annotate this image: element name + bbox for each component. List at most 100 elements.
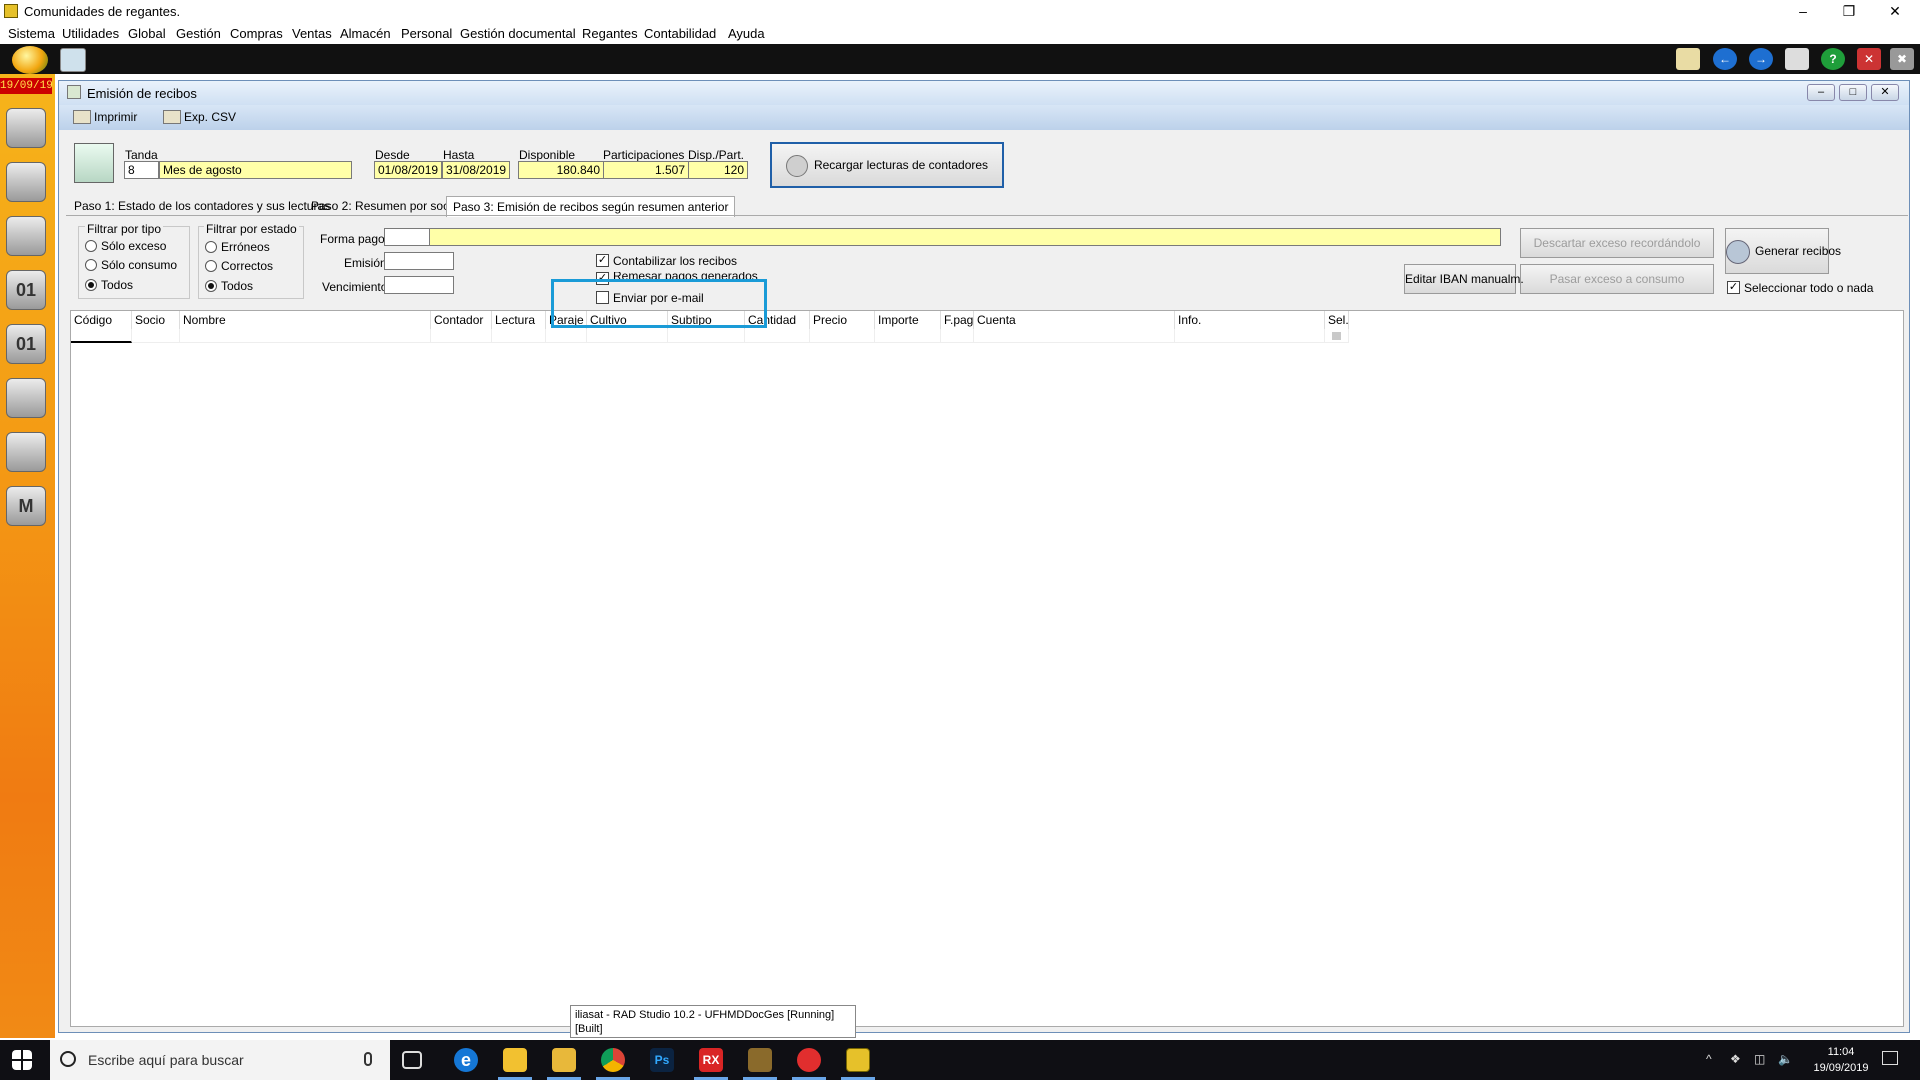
sidebar-person-icon[interactable] xyxy=(6,216,46,256)
network-icon[interactable]: ◫ xyxy=(1754,1052,1765,1066)
tab-paso-2[interactable]: Paso 2: Resumen por socio xyxy=(305,196,464,216)
col-info[interactable]: Info. xyxy=(1175,311,1325,329)
vencimiento-field[interactable] xyxy=(384,276,454,294)
sidebar-database-icon[interactable] xyxy=(6,432,46,472)
grid-cell[interactable] xyxy=(941,329,974,343)
volume-icon[interactable]: 🔈 xyxy=(1778,1052,1793,1066)
close-all-icon[interactable]: ✖ xyxy=(1890,48,1914,70)
desde-field[interactable]: 01/08/2019 xyxy=(374,161,442,179)
grid-cell[interactable] xyxy=(431,329,492,343)
col-nombre[interactable]: Nombre xyxy=(180,311,431,329)
document-icon[interactable] xyxy=(60,48,86,72)
print-button[interactable]: Imprimir xyxy=(73,110,137,124)
grid-cell[interactable] xyxy=(974,329,1175,343)
sidebar-tasks-icon[interactable] xyxy=(6,162,46,202)
help-icon[interactable]: ? xyxy=(1821,48,1845,70)
pasar-exceso-button[interactable]: Pasar exceso a consumo xyxy=(1520,264,1714,294)
grid-cell[interactable] xyxy=(745,329,810,343)
radio-solo-consumo[interactable] xyxy=(85,259,97,271)
menu-ventas[interactable]: Ventas xyxy=(292,26,332,41)
emision-field[interactable] xyxy=(384,252,454,270)
grid-cell[interactable] xyxy=(587,329,668,343)
menu-global[interactable]: Global xyxy=(128,26,166,41)
rx-app-icon[interactable]: RX xyxy=(699,1048,723,1072)
radio-tipo-todos[interactable] xyxy=(85,279,97,291)
generar-recibos-button[interactable]: Generar recibos xyxy=(1725,228,1841,274)
col-fpag[interactable]: F.pag. xyxy=(941,311,974,329)
child-minimize-button[interactable]: – xyxy=(1807,84,1835,101)
chevron-up-icon[interactable]: ^ xyxy=(1706,1052,1712,1066)
sidebar-socios-icon[interactable] xyxy=(6,108,46,148)
radio-erroneos[interactable] xyxy=(205,241,217,253)
col-sel[interactable]: Sel. xyxy=(1325,311,1349,329)
restore-button[interactable]: ❐ xyxy=(1826,2,1872,20)
forma-pago-desc-field[interactable] xyxy=(429,228,1501,246)
sidebar-binary-icon[interactable]: 01 xyxy=(6,270,46,310)
descartar-exceso-button[interactable]: Descartar exceso recordándolo xyxy=(1520,228,1714,258)
col-socio[interactable]: Socio xyxy=(132,311,180,329)
col-lectura[interactable]: Lectura xyxy=(492,311,546,329)
child-maximize-button[interactable]: □ xyxy=(1839,84,1867,101)
tanda-name-field[interactable]: Mes de agosto xyxy=(159,161,352,179)
grid-cell[interactable] xyxy=(810,329,875,343)
grid-cell[interactable] xyxy=(180,329,431,343)
grid-cell[interactable] xyxy=(71,329,132,343)
folder-app-icon[interactable] xyxy=(503,1048,527,1072)
dropbox-icon[interactable]: ❖ xyxy=(1730,1052,1741,1066)
windows-start-icon[interactable] xyxy=(12,1050,32,1070)
reload-meters-button[interactable]: Recargar lecturas de contadores xyxy=(770,142,1004,188)
file-explorer-icon[interactable] xyxy=(552,1048,576,1072)
tab-paso-1[interactable]: Paso 1: Estado de los contadores y sus l… xyxy=(68,196,336,216)
back-arrow-icon[interactable]: ← xyxy=(1713,48,1737,70)
close-window-icon[interactable]: ✕ xyxy=(1857,48,1881,70)
forward-arrow-icon[interactable]: → xyxy=(1749,48,1773,70)
home-orb-icon[interactable] xyxy=(12,46,48,74)
col-importe[interactable]: Importe xyxy=(875,311,941,329)
clock[interactable]: 11:04 19/09/2019 xyxy=(1806,1044,1876,1076)
col-precio[interactable]: Precio xyxy=(810,311,875,329)
windows-list-icon[interactable] xyxy=(1785,48,1809,70)
grid-cell-sel[interactable] xyxy=(1325,329,1349,343)
menu-regantes[interactable]: Regantes xyxy=(582,26,638,41)
sidebar-binary-alt-icon[interactable]: 01 xyxy=(6,324,46,364)
grid-cell[interactable] xyxy=(1175,329,1325,343)
menu-ayuda[interactable]: Ayuda xyxy=(728,26,765,41)
grid-cell[interactable] xyxy=(668,329,745,343)
menu-contabilidad[interactable]: Contabilidad xyxy=(644,26,716,41)
menu-personal[interactable]: Personal xyxy=(401,26,452,41)
grid-cell[interactable] xyxy=(492,329,546,343)
sidebar-users-icon[interactable] xyxy=(6,378,46,418)
mail-icon[interactable] xyxy=(1676,48,1700,70)
minimize-button[interactable]: – xyxy=(1780,2,1826,20)
forma-pago-code-field[interactable] xyxy=(384,228,430,246)
editar-iban-button[interactable]: Editar IBAN manualm. xyxy=(1404,264,1524,294)
col-contador[interactable]: Contador xyxy=(431,311,492,329)
close-button[interactable]: ✕ xyxy=(1872,2,1918,20)
menu-utilidades[interactable]: Utilidades xyxy=(62,26,119,41)
menu-gestion-documental[interactable]: Gestión documental xyxy=(460,26,576,41)
taskbar-search[interactable]: Escribe aquí para buscar xyxy=(50,1040,390,1080)
grid-cell[interactable] xyxy=(546,329,587,343)
radio-correctos[interactable] xyxy=(205,260,217,272)
tab-paso-3[interactable]: Paso 3: Emisión de recibos según resumen… xyxy=(446,196,736,217)
sidebar-m-icon[interactable]: M xyxy=(6,486,46,526)
radio-estado-todos[interactable] xyxy=(205,280,217,292)
delphi-icon[interactable] xyxy=(748,1048,772,1072)
seleccionar-todo-checkbox[interactable]: ✓ xyxy=(1727,281,1740,294)
export-csv-button[interactable]: Exp. CSV xyxy=(163,110,236,124)
col-cuenta[interactable]: Cuenta xyxy=(974,311,1175,329)
task-view-icon[interactable] xyxy=(402,1051,422,1069)
menu-almacen[interactable]: Almacén xyxy=(340,26,391,41)
tanda-number-field[interactable]: 8 xyxy=(124,161,159,179)
menu-gestion[interactable]: Gestión xyxy=(176,26,221,41)
col-codigo[interactable]: Código xyxy=(71,311,132,329)
photoshop-icon[interactable]: Ps xyxy=(650,1048,674,1072)
recibos-grid[interactable]: Código Socio Nombre Contador Lectura Par… xyxy=(70,310,1904,1027)
red-app-icon[interactable] xyxy=(797,1048,821,1072)
notifications-icon[interactable] xyxy=(1882,1051,1898,1065)
radio-solo-exceso[interactable] xyxy=(85,240,97,252)
grid-cell[interactable] xyxy=(875,329,941,343)
contabilizar-checkbox[interactable]: ✓ xyxy=(596,254,609,267)
menu-sistema[interactable]: Sistema xyxy=(8,26,55,41)
microphone-icon[interactable] xyxy=(364,1052,372,1066)
